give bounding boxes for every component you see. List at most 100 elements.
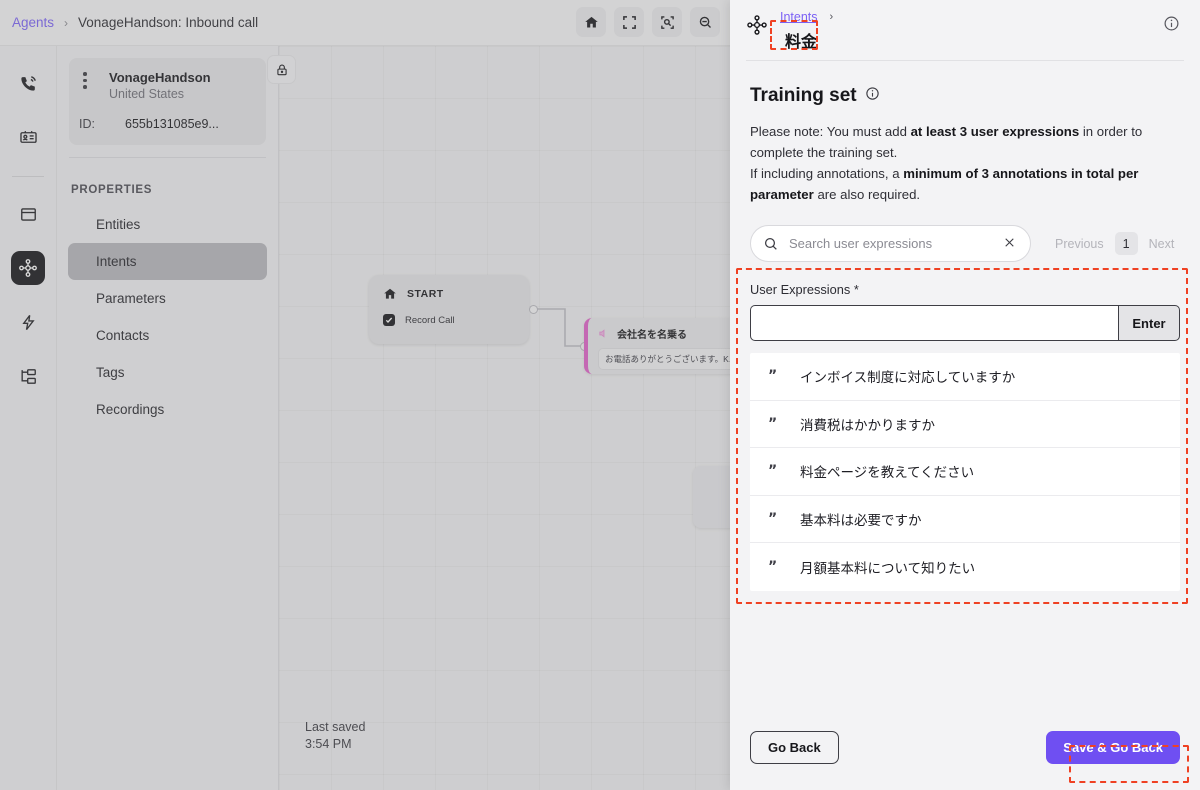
last-saved-time: 3:54 PM bbox=[305, 737, 352, 751]
phone-call-icon bbox=[20, 75, 36, 91]
home-button[interactable] bbox=[576, 7, 606, 37]
flow-canvas[interactable]: START Record Call 会社名を名乗る お電話ありがとうございます。… bbox=[279, 46, 730, 790]
canvas-toolbar bbox=[576, 7, 720, 37]
search-icon bbox=[764, 237, 777, 250]
agent-country: United States bbox=[109, 87, 185, 101]
record-call-label: Record Call bbox=[405, 314, 455, 326]
sidebar-item-tags[interactable]: Tags bbox=[68, 354, 267, 391]
sidebar-item-label: Tags bbox=[96, 365, 125, 380]
sidebar-item-contacts[interactable]: Contacts bbox=[68, 317, 267, 354]
list-item[interactable]: ” 消費税はかかりますか bbox=[750, 401, 1180, 448]
list-item[interactable]: ” 基本料は必要ですか bbox=[750, 496, 1180, 543]
go-back-button[interactable]: Go Back bbox=[750, 730, 839, 764]
node-hub-icon bbox=[19, 259, 37, 277]
hierarchy-icon bbox=[20, 368, 36, 384]
agent-id-label: ID: bbox=[79, 117, 95, 131]
quote-icon: ” bbox=[768, 368, 778, 385]
flow-links bbox=[533, 308, 584, 347]
search-clear-button[interactable] bbox=[1001, 236, 1018, 252]
sidebar-item-agent-designer[interactable] bbox=[11, 251, 45, 285]
sidebar-item-flows[interactable] bbox=[11, 359, 45, 393]
sidebar-item-label: Entities bbox=[96, 217, 141, 232]
record-call-row[interactable]: Record Call bbox=[383, 314, 515, 326]
sidebar-item-label: Recordings bbox=[96, 402, 165, 417]
search-input[interactable] bbox=[789, 236, 1001, 251]
panel-info-button[interactable] bbox=[1163, 15, 1180, 37]
properties-heading: PROPERTIES bbox=[71, 184, 153, 196]
agent-id-value: 655b131085e9... bbox=[125, 117, 219, 131]
node-hub-icon-svg bbox=[747, 15, 767, 35]
sidebar-item-calls[interactable] bbox=[11, 66, 45, 100]
intent-detail-panel: Intents › 料金 Training set Please note: Y… bbox=[730, 0, 1200, 790]
properties-sidebar: VonageHandson United States ID: 655b1310… bbox=[57, 46, 279, 790]
lock-button[interactable] bbox=[267, 55, 296, 84]
record-call-checkbox[interactable] bbox=[383, 314, 395, 326]
fit-screen-icon bbox=[622, 15, 636, 29]
note-line1-pre: Please note: You must add bbox=[750, 124, 911, 139]
pagination-previous[interactable]: Previous bbox=[1055, 237, 1104, 251]
node-output-port[interactable] bbox=[529, 305, 538, 314]
search-and-pagination-row: Previous 1 Next bbox=[750, 225, 1180, 262]
start-node-header: START bbox=[383, 287, 515, 301]
sidebar-item-parameters[interactable]: Parameters bbox=[68, 280, 267, 317]
list-item[interactable]: ” 月額基本料について知りたい bbox=[750, 543, 1180, 591]
training-set-note: Please note: You must add at least 3 use… bbox=[750, 121, 1180, 205]
quote-icon: ” bbox=[768, 415, 778, 432]
breadcrumb-current: VonageHandson: Inbound call bbox=[78, 15, 259, 30]
sidebar-item-panels[interactable] bbox=[11, 197, 45, 231]
start-node-title: START bbox=[407, 288, 444, 300]
agent-name: VonageHandson bbox=[109, 70, 211, 85]
fit-screen-button[interactable] bbox=[614, 7, 644, 37]
agent-menu-icon[interactable] bbox=[83, 72, 87, 92]
sidebar-item-contacts[interactable] bbox=[11, 120, 45, 154]
home-icon bbox=[384, 288, 396, 299]
note-line2-post: are also required. bbox=[813, 187, 921, 202]
panel-breadcrumb-intents-link[interactable]: Intents bbox=[780, 10, 818, 24]
pagination-next[interactable]: Next bbox=[1149, 237, 1175, 251]
page-title: 料金 bbox=[785, 34, 818, 51]
user-expression-input[interactable] bbox=[750, 305, 1118, 341]
sidebar-item-events[interactable] bbox=[11, 305, 45, 339]
pagination: Previous 1 Next bbox=[1055, 232, 1174, 255]
save-and-go-back-button[interactable]: Save & Go Back bbox=[1046, 730, 1180, 764]
agent-card[interactable]: VonageHandson United States ID: 655b1310… bbox=[69, 58, 266, 145]
pagination-page-1[interactable]: 1 bbox=[1114, 232, 1138, 255]
sidebar-divider bbox=[69, 157, 266, 158]
sidebar-item-label: Contacts bbox=[96, 328, 150, 343]
left-icon-rail bbox=[0, 46, 57, 790]
note-line2-pre: If including annotations, a bbox=[750, 166, 904, 181]
list-item[interactable]: ” 料金ページを教えてください bbox=[750, 448, 1180, 496]
last-saved-status: Last saved 3:54 PM bbox=[305, 719, 365, 753]
agent-id-row: ID: 655b131085e9... bbox=[79, 117, 256, 131]
zoom-out-button[interactable] bbox=[690, 7, 720, 37]
search-box[interactable] bbox=[750, 225, 1031, 262]
sidebar-item-entities[interactable]: Entities bbox=[68, 206, 267, 243]
breadcrumb-separator: › bbox=[64, 15, 69, 30]
flow-node-speak[interactable]: 会社名を名乗る お電話ありがとうございます。K... bbox=[584, 318, 730, 374]
speak-node-header: 会社名を名乗る bbox=[598, 326, 730, 341]
chevron-right-icon: › bbox=[829, 10, 834, 23]
sidebar-item-recordings[interactable]: Recordings bbox=[68, 391, 267, 428]
quote-icon: ” bbox=[768, 463, 778, 480]
training-set-title: Training set bbox=[750, 85, 857, 106]
flow-node-start[interactable]: START Record Call bbox=[369, 275, 529, 344]
sidebar-item-label: Parameters bbox=[96, 291, 166, 306]
enter-button[interactable]: Enter bbox=[1118, 305, 1180, 341]
breadcrumb-agents-link[interactable]: Agents bbox=[12, 15, 54, 30]
speaker-icon bbox=[599, 329, 605, 338]
user-expression-entry-row: Enter bbox=[750, 305, 1180, 341]
focus-zoom-icon bbox=[660, 15, 674, 29]
info-icon bbox=[1164, 16, 1179, 31]
list-item-label: 消費税はかかりますか bbox=[800, 417, 935, 433]
panel-body: Training set Please note: You must add a… bbox=[730, 61, 1200, 718]
sidebar-item-label: Intents bbox=[96, 254, 137, 269]
home-icon bbox=[584, 16, 598, 27]
training-set-info-button[interactable] bbox=[865, 86, 880, 106]
list-item[interactable]: ” インボイス制度に対応していますか bbox=[750, 353, 1180, 401]
close-icon bbox=[1005, 237, 1014, 247]
focus-zoom-button[interactable] bbox=[652, 7, 682, 37]
flow-node-hidden[interactable] bbox=[693, 466, 730, 528]
sidebar-item-intents[interactable]: Intents bbox=[68, 243, 267, 280]
check-icon bbox=[385, 317, 393, 323]
lightning-icon bbox=[21, 314, 35, 330]
